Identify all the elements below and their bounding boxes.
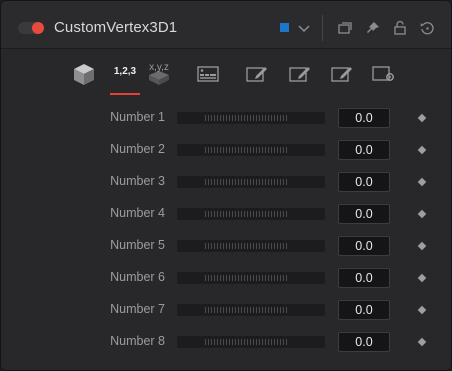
cube-icon[interactable]	[70, 61, 98, 87]
image-icon[interactable]	[194, 61, 222, 87]
lock-icon[interactable]	[392, 20, 408, 36]
number-label: Number 1	[110, 110, 165, 124]
number-value-field[interactable]: 0.0	[338, 140, 390, 160]
keyframe-icon[interactable]	[417, 241, 427, 251]
edit-icon[interactable]	[286, 61, 314, 87]
number-slider[interactable]	[177, 304, 325, 316]
tool-header: CustomVertex3D1	[1, 1, 451, 49]
number-value-field[interactable]: 0.0	[338, 300, 390, 320]
number-slider[interactable]	[177, 208, 325, 220]
settings-icon[interactable]	[370, 61, 398, 87]
color-swatch[interactable]	[280, 23, 289, 32]
tool-enable-toggle[interactable]	[18, 22, 44, 34]
number-value-field[interactable]: 0.0	[338, 204, 390, 224]
number-label: Number 7	[110, 302, 165, 316]
versions-icon[interactable]	[337, 20, 353, 36]
number-label: Number 3	[110, 174, 165, 188]
number-row: Number 3 0.0	[1, 166, 451, 198]
number-label: Number 8	[110, 334, 165, 348]
chevron-down-icon[interactable]	[296, 20, 312, 36]
number-row: Number 7 0.0	[1, 294, 451, 326]
keyframe-icon[interactable]	[417, 305, 427, 315]
number-value-field[interactable]: 0.0	[338, 236, 390, 256]
edit-icon[interactable]	[243, 61, 271, 87]
number-row: Number 1 0.0	[1, 102, 451, 134]
number-controls: Number 1 0.0 Number 2 0.0 Number 3 0.0 N…	[1, 97, 451, 370]
number-label: Number 6	[110, 270, 165, 284]
keyframe-icon[interactable]	[417, 337, 427, 347]
keyframe-icon[interactable]	[417, 209, 427, 219]
tab-bar: 1,2,3 x,y,z	[1, 49, 451, 97]
reset-icon[interactable]	[419, 20, 435, 36]
inspector-panel: CustomVertex3D1 1,2,3 x,y,z Number 1 0.0…	[0, 0, 452, 371]
number-row: Number 6 0.0	[1, 262, 451, 294]
number-label: Number 4	[110, 206, 165, 220]
number-slider[interactable]	[177, 112, 325, 124]
toggle-knob	[32, 22, 44, 34]
number-row: Number 5 0.0	[1, 230, 451, 262]
keyframe-icon[interactable]	[417, 113, 427, 123]
slider-ticks	[205, 243, 289, 249]
number-value-field[interactable]: 0.0	[338, 172, 390, 192]
number-value-field[interactable]: 0.0	[338, 332, 390, 352]
number-slider[interactable]	[177, 240, 325, 252]
tab-numbers[interactable]: 1,2,3	[108, 66, 142, 77]
slider-ticks	[205, 115, 289, 121]
slider-ticks	[205, 147, 289, 153]
number-slider[interactable]	[177, 272, 325, 284]
tool-title: CustomVertex3D1	[54, 19, 178, 36]
number-label: Number 2	[110, 142, 165, 156]
keyframe-icon[interactable]	[417, 273, 427, 283]
number-label: Number 5	[110, 238, 165, 252]
active-tab-indicator	[110, 93, 140, 95]
slider-ticks	[205, 275, 289, 281]
number-row: Number 8 0.0	[1, 326, 451, 358]
edit-icon[interactable]	[328, 61, 356, 87]
slider-ticks	[205, 211, 289, 217]
number-slider[interactable]	[177, 176, 325, 188]
slider-ticks	[205, 339, 289, 345]
tab-positions-label: x,y,z	[149, 62, 169, 73]
slider-ticks	[205, 179, 289, 185]
number-row: Number 2 0.0	[1, 134, 451, 166]
keyframe-icon[interactable]	[417, 177, 427, 187]
number-row: Number 4 0.0	[1, 198, 451, 230]
number-value-field[interactable]: 0.0	[338, 268, 390, 288]
header-divider	[322, 15, 323, 41]
keyframe-icon[interactable]	[417, 145, 427, 155]
number-slider[interactable]	[177, 336, 325, 348]
number-slider[interactable]	[177, 144, 325, 156]
number-value-field[interactable]: 0.0	[338, 108, 390, 128]
slider-ticks	[205, 307, 289, 313]
pin-icon[interactable]	[365, 20, 381, 36]
